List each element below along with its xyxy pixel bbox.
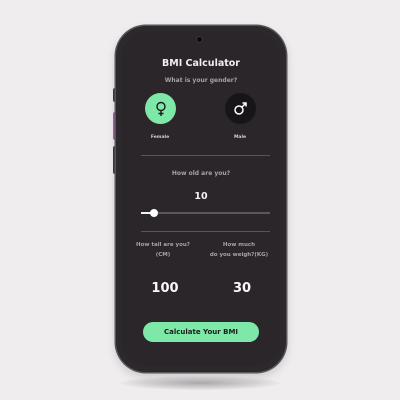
gender-question: What is your gender? <box>164 77 238 84</box>
height-label-line2: (CM) <box>155 252 171 258</box>
male-icon <box>234 102 247 115</box>
divider <box>141 155 270 156</box>
gender-option-female[interactable] <box>145 93 176 124</box>
age-value: 10 <box>194 191 208 202</box>
age-slider-track[interactable] <box>141 212 270 214</box>
app-screen: BMI Calculator What is your gender? Fema… <box>122 32 280 366</box>
phone-frame: BMI Calculator What is your gender? Fema… <box>116 26 286 372</box>
gender-option-male[interactable] <box>225 93 256 124</box>
female-icon <box>155 101 166 116</box>
calculate-bmi-button[interactable]: Calculate Your BMI <box>143 322 259 342</box>
camera-icon <box>196 36 203 43</box>
weight-label: How much do you weigh?(KG) <box>202 240 276 260</box>
app-title: BMI Calculator <box>162 58 240 69</box>
weight-label-line2: do you weigh?(KG) <box>209 252 269 258</box>
age-slider-thumb[interactable] <box>150 209 158 217</box>
height-label-line1: How tall are you? <box>136 242 190 248</box>
phone-shadow <box>120 376 280 390</box>
weight-value[interactable]: 30 <box>212 281 272 296</box>
height-value[interactable]: 100 <box>135 281 195 296</box>
age-question: How old are you? <box>171 170 231 177</box>
divider <box>141 231 270 232</box>
height-label: How tall are you? (CM) <box>126 240 200 260</box>
gender-label-female: Female <box>150 135 170 140</box>
gender-label-male: Male <box>233 135 247 140</box>
weight-label-line1: How much <box>222 242 256 248</box>
